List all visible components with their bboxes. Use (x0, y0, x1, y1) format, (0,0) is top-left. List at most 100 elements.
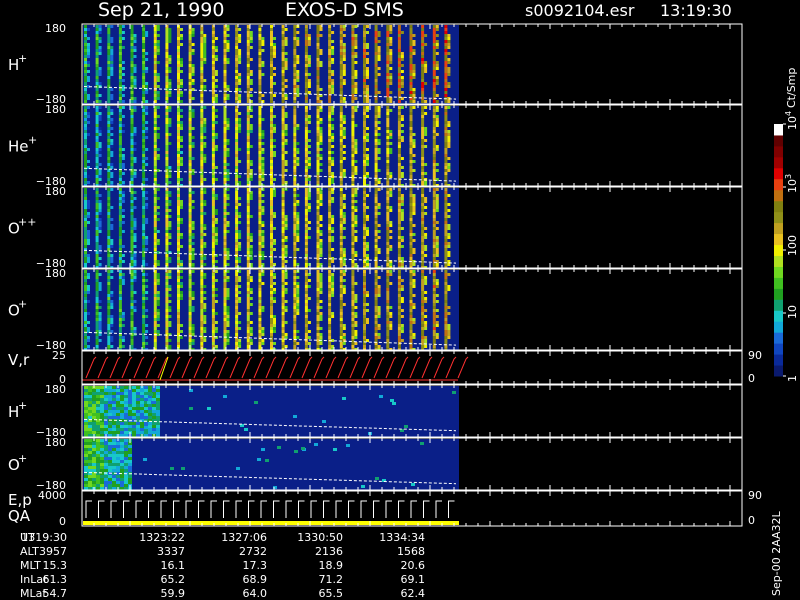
spectrogram-cell (421, 61, 425, 64)
spectrogram-cell (118, 276, 122, 279)
spectrogram-cell (223, 236, 227, 239)
spectrogram-cell (424, 100, 428, 103)
spectrogram-cell (246, 330, 250, 333)
spectrogram-cell (246, 239, 250, 242)
spectrogram-cell (107, 166, 111, 169)
spectrogram-cell (397, 28, 401, 31)
spectrogram-cell (339, 115, 343, 118)
spectrogram-cell (180, 245, 183, 248)
spectrogram-cell (307, 64, 311, 67)
spectrogram-cell (447, 70, 451, 73)
spectrogram-cell (95, 157, 99, 160)
spectrogram-cell (270, 251, 273, 254)
spectrogram-cell (107, 55, 111, 58)
spectrogram-cell (304, 61, 308, 64)
spectrogram-cell (107, 294, 111, 297)
spectrogram-cell (339, 224, 343, 227)
spectrogram-cell (188, 209, 192, 212)
spectrogram-cell (246, 64, 250, 67)
spectrogram-cell (223, 342, 227, 345)
spectrogram-cell (130, 73, 134, 76)
spectrogram-cell (409, 94, 413, 97)
spectrogram-cell (142, 342, 146, 345)
spectrogram-cell (249, 197, 253, 200)
spectrogram-cell (133, 257, 137, 260)
spectrogram-cell (412, 142, 416, 145)
spectrogram-cell (223, 257, 227, 260)
spectrogram-cell (153, 218, 157, 221)
spectrogram-cell (444, 31, 448, 34)
spectrogram-cell (421, 263, 425, 266)
spectrogram-cell (377, 212, 381, 215)
spectrogram-cell (400, 76, 404, 79)
spectrogram-cell (118, 270, 122, 273)
spectrogram-cell (107, 115, 111, 118)
spectrogram-cell (249, 145, 253, 148)
spectrogram-cell (447, 166, 451, 169)
spectrogram-cell (107, 127, 111, 130)
spectrogram-cell (133, 327, 137, 330)
spectrogram-cell (226, 288, 230, 291)
spectrogram-cell (374, 148, 378, 151)
spectrogram-cell (168, 61, 172, 64)
spectrogram-cell (444, 64, 448, 67)
spectrogram-cell (177, 203, 180, 206)
spectrogram-cell (328, 215, 332, 218)
spectrogram-cell (177, 148, 180, 151)
spectrogram-cell (145, 82, 149, 85)
spectrogram-cell (316, 157, 320, 160)
spectrogram-cell (354, 221, 358, 224)
spectrogram-cell (133, 270, 137, 273)
spectrogram-cell (386, 70, 390, 73)
spectrogram-cell (319, 254, 323, 257)
spectrogram-cell (142, 121, 146, 124)
spectrogram-cell (142, 181, 146, 184)
spectrogram-cell (304, 276, 308, 279)
spectrogram-cell (421, 181, 425, 184)
spectrogram-cell (130, 270, 134, 273)
spectrogram-cell (284, 236, 288, 239)
spectrogram-cell (328, 112, 332, 115)
spectrogram-cell (273, 43, 276, 46)
spectrogram-cell (435, 118, 439, 121)
spectrogram-cell (412, 133, 416, 136)
spectrogram-cell (118, 52, 122, 55)
spectrogram-cell (95, 181, 99, 184)
spectrogram-cell (389, 248, 393, 251)
spectrogram-cell (188, 315, 192, 318)
spectrogram-cell (284, 300, 288, 303)
spectrogram-cell (165, 58, 169, 61)
spectrogram-cell (339, 172, 343, 175)
spectrogram-cell (153, 55, 157, 58)
spectrogram-cell (304, 76, 308, 79)
spectrogram-cell (319, 169, 323, 172)
spectrogram-cell (400, 55, 404, 58)
spectrogram-cell (261, 245, 265, 248)
spectrogram-cell (409, 79, 413, 82)
spectrogram-cell (168, 142, 172, 145)
spectrogram-cell (211, 175, 215, 178)
spectrogram-cell (95, 118, 99, 121)
spectrogram-cell (261, 61, 265, 64)
spectrogram-cell (342, 55, 346, 58)
spectrogram-cell (281, 31, 285, 34)
spectrogram-cell (412, 106, 416, 109)
spectrogram-cell (304, 46, 308, 49)
spectrogram-cell (142, 200, 146, 203)
spectrogram-cell (246, 85, 250, 88)
spectrogram-cell (409, 64, 413, 67)
spectrogram-cell (421, 218, 425, 221)
spectrogram-cell (363, 233, 366, 236)
spectrogram-cell (444, 121, 448, 124)
spectrogram-cell (284, 239, 288, 242)
spectrogram-cell (293, 248, 297, 251)
spectrogram-cell (153, 342, 157, 345)
spectrogram-cell (258, 327, 262, 330)
spectrogram-cell (107, 324, 111, 327)
spectrogram-cell (235, 318, 239, 321)
spectrogram-cell (153, 309, 157, 312)
spectrogram-cell (284, 58, 288, 61)
spectrogram-cell (435, 263, 439, 266)
spectrogram-cell (281, 188, 285, 191)
spectrogram-cell (246, 306, 250, 309)
